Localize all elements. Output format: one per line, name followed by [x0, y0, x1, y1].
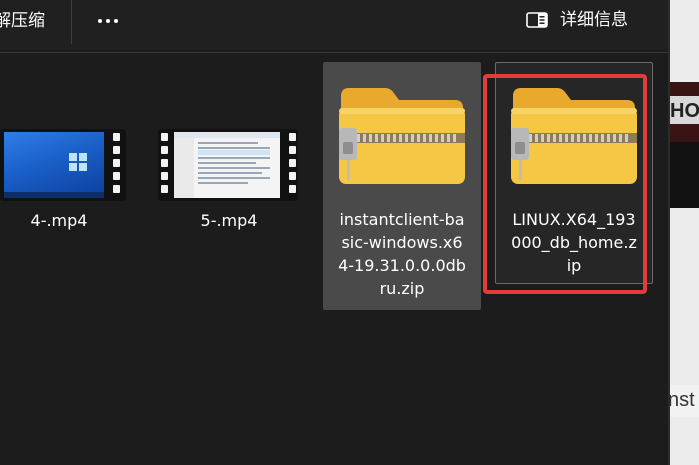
- toolbar-divider: [71, 0, 72, 44]
- command-bar: 解压缩 详细信息: [0, 0, 668, 50]
- background-thumbnail: HO: [668, 82, 699, 144]
- file-item-5-mp4[interactable]: 5-.mp4: [158, 125, 300, 245]
- video-file-icon: [0, 129, 126, 201]
- details-pane-icon: [526, 12, 548, 28]
- extract-all-button[interactable]: 解压缩: [0, 8, 45, 34]
- zip-folder-icon: [335, 82, 467, 186]
- details-pane-label: 详细信息: [560, 10, 628, 30]
- file-item-instantclient-zip[interactable]: instantclient-ba sic-windows.x6 4-19.31.…: [323, 62, 481, 310]
- window-border: [668, 0, 670, 465]
- annotation-highlight-box: [483, 74, 647, 294]
- file-explorer-window: 解压缩 详细信息 4-.mp4 5-.mp4 instantclient-ba …: [0, 0, 668, 465]
- file-name: instantclient-ba sic-windows.x6 4-19.31.…: [338, 210, 466, 298]
- background-text-fragment: nst: [668, 385, 699, 417]
- file-name: 5-.mp4: [200, 211, 258, 230]
- file-name: 4-.mp4: [30, 211, 88, 230]
- toolbar-separator: [0, 52, 668, 53]
- video-file-icon: [158, 129, 298, 201]
- more-horizontal-icon: [98, 19, 102, 23]
- details-pane-button[interactable]: 详细信息: [526, 7, 628, 33]
- background-panel: [668, 142, 699, 208]
- more-horizontal-icon: [114, 19, 118, 23]
- more-horizontal-icon: [106, 19, 110, 23]
- file-item-4-mp4[interactable]: 4-.mp4: [0, 125, 130, 245]
- more-options-button[interactable]: [96, 8, 124, 34]
- background-window-edge: HO nst: [668, 0, 699, 465]
